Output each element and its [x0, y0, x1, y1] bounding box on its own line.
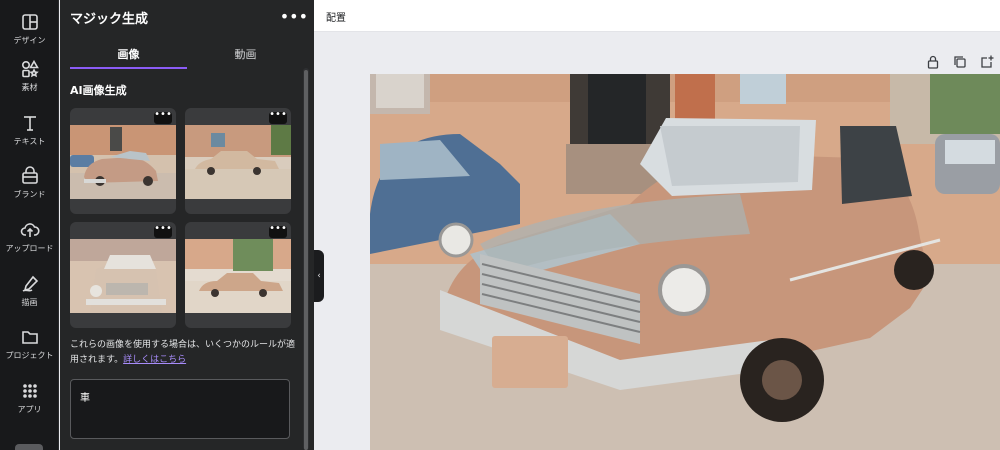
panel-header: マジック生成 •••: [70, 8, 308, 27]
tab-image[interactable]: 画像: [70, 40, 187, 69]
panel-scrollbar-thumb[interactable]: [304, 70, 308, 450]
car-photo-thumbnail: [70, 239, 176, 313]
thumb-more-button[interactable]: •••: [269, 224, 287, 238]
media-tabs: 画像 動画: [70, 40, 304, 69]
vintage-car-image: [370, 74, 1000, 450]
rail-item-text[interactable]: テキスト: [0, 107, 59, 153]
generated-image-thumb-1[interactable]: •••: [70, 108, 176, 214]
panel-title: マジック生成: [70, 11, 149, 27]
chevron-left-icon: ‹: [317, 271, 321, 281]
rail-label: デザイン: [13, 36, 46, 45]
rail-label: アプリ: [17, 405, 42, 414]
car-photo-thumbnail: [185, 125, 291, 199]
design-canvas[interactable]: [370, 74, 1000, 450]
rail-label: プロジェクト: [5, 351, 54, 360]
car-photo-thumbnail: [185, 239, 291, 313]
rail-label: 素材: [21, 83, 38, 92]
rail-item-design[interactable]: デザイン: [0, 6, 59, 52]
duplicate-icon: [954, 56, 966, 68]
folder-icon: [21, 331, 38, 344]
layout-icon: [21, 14, 38, 30]
rail-item-apps[interactable]: アプリ: [0, 375, 59, 421]
generated-image-thumb-4[interactable]: •••: [185, 222, 291, 328]
learn-more-link[interactable]: 詳しくはこちら: [123, 355, 186, 365]
lock-icon: [927, 55, 939, 69]
rail-label: ブランド: [13, 190, 46, 199]
rail-label: テキスト: [13, 137, 46, 146]
thumb-more-button[interactable]: •••: [154, 224, 172, 238]
rail-item-draw[interactable]: 描画: [0, 268, 59, 314]
brand-icon: [21, 166, 38, 184]
rail-item-projects[interactable]: プロジェクト: [0, 321, 59, 367]
rail-next-item-icon[interactable]: [15, 444, 43, 450]
lock-page-button[interactable]: [926, 54, 940, 69]
rail-label: アップロード: [5, 244, 54, 253]
prompt-input[interactable]: 車: [70, 379, 290, 439]
text-icon: [23, 116, 36, 131]
car-photo-thumbnail: [70, 125, 176, 199]
left-rail: デザイン 素材 テキスト ブランド アップロード 描画 プロジェクト アプリ: [0, 0, 59, 450]
generated-image-thumb-2[interactable]: •••: [185, 108, 291, 214]
draw-icon: [22, 275, 38, 292]
usage-notice: これらの画像を使用する場合は、いくつかのルールが適用されます。詳しくはこちら: [70, 338, 296, 368]
rail-item-elements[interactable]: 素材: [0, 53, 59, 99]
collapse-panel-button[interactable]: ‹: [314, 250, 324, 302]
cloud-upload-icon: [20, 223, 40, 237]
tab-video[interactable]: 動画: [187, 40, 304, 69]
apps-grid-icon: [22, 384, 37, 398]
rail-label: 描画: [21, 298, 38, 307]
add-page-button[interactable]: [980, 54, 994, 68]
page-tools: [913, 54, 994, 69]
duplicate-page-button[interactable]: [953, 54, 967, 68]
generated-image-thumb-3[interactable]: •••: [70, 222, 176, 328]
shapes-icon: [21, 59, 39, 78]
section-title: AI画像生成: [70, 84, 127, 97]
panel-more-button[interactable]: •••: [280, 9, 308, 25]
magic-generate-panel: マジック生成 ••• 画像 動画 AI画像生成 ••• ••• ••• ••• …: [60, 0, 314, 450]
top-toolbar: 配置: [314, 0, 1000, 32]
add-page-icon: [981, 55, 994, 68]
rail-item-upload[interactable]: アップロード: [0, 214, 59, 260]
arrange-button[interactable]: 配置: [326, 9, 346, 24]
thumb-more-button[interactable]: •••: [154, 110, 172, 124]
thumb-more-button[interactable]: •••: [269, 110, 287, 124]
rail-item-brand[interactable]: ブランド: [0, 160, 59, 206]
